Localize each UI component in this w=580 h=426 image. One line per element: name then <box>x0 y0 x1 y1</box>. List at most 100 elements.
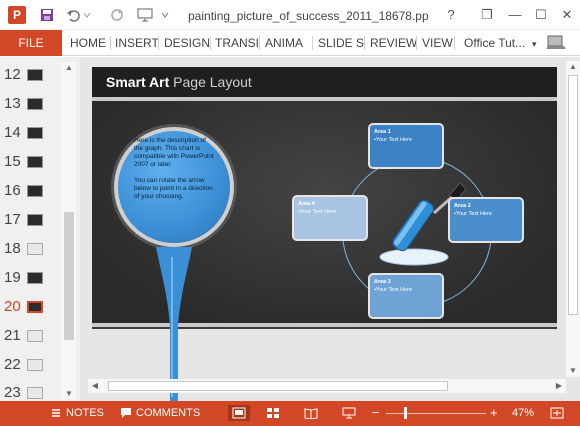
slideshow-icon <box>342 407 356 419</box>
thumbnail-slide-21[interactable]: 21 <box>0 326 62 346</box>
tab-file[interactable]: FILE <box>0 30 62 56</box>
scroll-right-icon[interactable]: ▶ <box>552 379 566 393</box>
tab-review[interactable]: REVIEW <box>370 36 417 50</box>
maximize-icon[interactable]: ☐ <box>530 4 552 26</box>
slide-number: 22 <box>4 356 21 373</box>
tab-design[interactable]: DESIGN <box>164 36 210 50</box>
scroll-left-icon[interactable]: ◀ <box>88 379 102 393</box>
slide-number: 18 <box>4 240 21 257</box>
notes-button[interactable]: NOTES <box>50 407 104 419</box>
slide-title[interactable]: Smart Art Page Layout <box>106 74 252 90</box>
fit-slide-button[interactable] <box>550 407 564 419</box>
zoom-level[interactable]: 47% <box>512 407 534 419</box>
area-3-title: Area 3 <box>374 279 391 285</box>
scroll-down-icon[interactable]: ▼ <box>62 388 76 400</box>
redo-icon[interactable] <box>108 6 126 24</box>
slide-thumbnail-image <box>27 214 43 226</box>
thumbnail-slide-12[interactable]: 12 <box>0 65 62 85</box>
slide-vertical-scrollbar[interactable]: ▲ ▼ <box>566 61 580 377</box>
thumbnail-slide-17[interactable]: 17 <box>0 210 62 230</box>
notes-label: NOTES <box>66 407 104 419</box>
zoom-slider-knob[interactable] <box>404 407 407 419</box>
thumbnail-slide-18[interactable]: 18 <box>0 239 62 259</box>
area-2-title: Area 2 <box>454 203 471 209</box>
customize-toolbar-icon[interactable] <box>160 6 170 24</box>
normal-view-button[interactable] <box>228 405 250 421</box>
slide-sorter-button[interactable] <box>266 407 280 419</box>
slideshow-button[interactable] <box>342 407 356 419</box>
area-2-box[interactable]: Area 2 •Your Text Here <box>448 197 524 243</box>
scrollbar-thumb[interactable] <box>64 212 74 340</box>
area-1-text: •Your Text Here <box>374 137 413 143</box>
slide-thumbnail-panel: 12 13 14 15 16 17 18 19 20 21 22 23 ▲ ▼ <box>0 57 80 401</box>
minimize-icon[interactable]: — <box>504 4 526 26</box>
account-avatar-icon[interactable] <box>545 34 567 57</box>
slide-thumbnail-image <box>27 243 43 255</box>
tab-transitions[interactable]: TRANSI <box>215 36 259 50</box>
tab-home[interactable]: HOME <box>70 36 106 50</box>
slide-thumbnail-image <box>27 98 43 110</box>
account-dropdown-icon[interactable]: ▾ <box>532 39 537 50</box>
slide-thumbnail-image <box>27 156 43 168</box>
normal-view-icon <box>232 407 246 419</box>
save-icon[interactable] <box>38 6 56 24</box>
thumbnail-slide-22[interactable]: 22 <box>0 355 62 375</box>
scroll-up-icon[interactable]: ▲ <box>566 61 580 73</box>
thumbnail-slide-14[interactable]: 14 <box>0 123 62 143</box>
undo-dropdown-icon[interactable] <box>82 6 92 24</box>
paint-circle-text[interactable]: Here is the description of the graph. Th… <box>134 137 216 201</box>
thumbnail-slide-23[interactable]: 23 <box>0 383 62 403</box>
area-3-text: •Your Text Here <box>374 287 413 293</box>
slide-number: 16 <box>4 182 21 199</box>
reading-view-button[interactable] <box>304 407 318 419</box>
thumbnail-slide-20[interactable]: 20 <box>0 297 62 317</box>
comments-button[interactable]: COMMENTS <box>120 407 200 419</box>
account-name[interactable]: Office Tut... <box>464 36 525 50</box>
area-4-text: •Your Text Here <box>298 209 337 215</box>
slide-thumbnail-image <box>27 301 43 313</box>
area-4-box[interactable]: Area 4 •Your Text Here <box>292 195 368 241</box>
thumbnail-scrollbar[interactable]: ▲ ▼ <box>62 62 76 400</box>
slide-number: 15 <box>4 153 21 170</box>
area-1-box[interactable]: Area 1 •Your Text Here <box>368 123 444 169</box>
undo-icon[interactable] <box>64 6 82 24</box>
slide-thumbnail-image <box>27 330 43 342</box>
thumbnail-slide-13[interactable]: 13 <box>0 94 62 114</box>
slide-edit-area: Smart Art Page Layout Area 1 •Your Text … <box>80 57 580 407</box>
slide-number: 14 <box>4 124 21 141</box>
thumbnail-slide-16[interactable]: 16 <box>0 181 62 201</box>
powerpoint-logo-icon: P <box>8 6 26 24</box>
tab-view[interactable]: VIEW <box>422 36 453 50</box>
slide-thumbnail-image <box>27 127 43 139</box>
tab-animations[interactable]: ANIMA <box>265 36 303 50</box>
status-bar: NOTES COMMENTS − + 47% <box>0 401 580 426</box>
area-2-text: •Your Text Here <box>454 211 493 217</box>
rotate-instruction-text: You can rotate the arrow below to point … <box>134 177 213 200</box>
slide-title-bold: Smart Art <box>106 74 170 90</box>
zoom-slider-track[interactable] <box>386 413 486 414</box>
thumbnail-slide-15[interactable]: 15 <box>0 152 62 172</box>
ribbon-display-options-icon[interactable]: ❐ <box>476 4 498 26</box>
tab-insert[interactable]: INSERT <box>115 36 159 50</box>
thumbnail-slide-19[interactable]: 19 <box>0 268 62 288</box>
scroll-down-icon[interactable]: ▼ <box>566 365 580 377</box>
close-icon[interactable]: ✕ <box>556 4 578 26</box>
area-3-box[interactable]: Area 3 •Your Text Here <box>368 273 444 319</box>
zoom-out-button[interactable]: − <box>372 405 380 420</box>
slide-header-bar: Smart Art Page Layout <box>92 67 557 97</box>
scrollbar-thumb[interactable] <box>568 75 578 315</box>
tab-slideshow[interactable]: SLIDE S <box>318 36 364 50</box>
slide-thumbnail-image <box>27 272 43 284</box>
comments-label: COMMENTS <box>136 407 201 419</box>
slide-number: 12 <box>4 66 21 83</box>
slide-thumbnail-image <box>27 69 43 81</box>
scroll-up-icon[interactable]: ▲ <box>62 62 76 74</box>
start-slideshow-icon[interactable] <box>136 6 154 24</box>
zoom-in-button[interactable]: + <box>490 405 498 420</box>
slide-thumbnail-image <box>27 387 43 399</box>
slide-number: 17 <box>4 211 21 228</box>
help-icon[interactable]: ? <box>440 4 462 26</box>
slide-sorter-icon <box>267 408 279 418</box>
slide-horizontal-scrollbar[interactable]: ◀ ▶ <box>88 379 566 393</box>
scrollbar-thumb[interactable] <box>108 381 448 391</box>
